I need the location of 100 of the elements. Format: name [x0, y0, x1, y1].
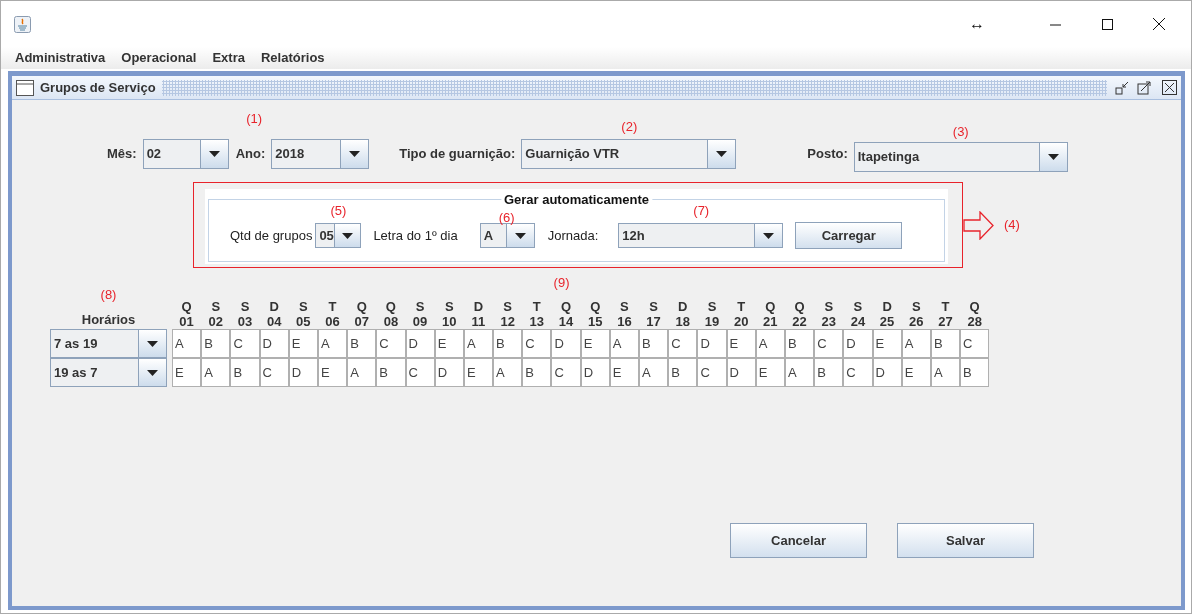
schedule-cell[interactable]: D [405, 329, 435, 358]
dropdown-arrow-button[interactable] [1038, 143, 1067, 171]
schedule-cell[interactable]: A [784, 358, 815, 387]
schedule-cell[interactable]: C [697, 358, 727, 387]
schedule-cell[interactable]: B [784, 329, 815, 358]
annotation-label: (8) [100, 286, 117, 304]
dropdown-arrow-button[interactable] [707, 140, 736, 168]
dropdown-arrow-button[interactable] [505, 224, 534, 247]
dropdown-arrow-button[interactable] [199, 140, 228, 168]
schedule-cell[interactable]: E [317, 358, 348, 387]
dropdown-arrow-button[interactable] [754, 224, 783, 247]
day-number: 19 [703, 314, 721, 329]
dropdown-arrow-button[interactable] [340, 140, 369, 168]
day-number: 10 [441, 314, 458, 329]
schedule-cell[interactable]: B [814, 358, 844, 387]
schedule-cell[interactable]: D [551, 329, 581, 358]
maximize-icon[interactable] [1137, 80, 1152, 95]
shift-dropdown[interactable]: 19 as 7 [50, 358, 167, 387]
cancel-button[interactable]: Cancelar [730, 523, 867, 558]
schedule-cell[interactable]: E [288, 329, 318, 358]
schedule-cell[interactable]: D [259, 329, 289, 358]
weekday-label: S [852, 299, 864, 314]
frame-title: Grupos de Serviço [40, 78, 156, 97]
schedule-cell[interactable]: A [755, 329, 785, 358]
restore-icon[interactable] [1115, 80, 1129, 95]
annotation-label: (5) [330, 202, 347, 220]
schedule-cell[interactable]: B [930, 329, 961, 358]
field-label: Tipo de guarnição: [399, 145, 516, 164]
day-number: 14 [557, 314, 575, 329]
schedule-cell[interactable]: C [376, 329, 406, 358]
schedule-cell[interactable]: D [434, 358, 464, 387]
schedule-cell[interactable]: C [960, 329, 990, 358]
schedule-cell[interactable]: B [230, 358, 260, 387]
schedule-cell[interactable]: E [434, 329, 464, 358]
schedule-cell[interactable]: B [639, 329, 669, 358]
schedule-cell[interactable]: A [609, 329, 639, 358]
schedule-cell[interactable]: B [522, 358, 552, 387]
menu-item[interactable]: Administrativa [7, 48, 114, 68]
schedule-cell[interactable]: B [668, 358, 698, 387]
shift-dropdown[interactable]: 7 as 19 [50, 329, 167, 358]
schedule-cell[interactable]: E [609, 358, 639, 387]
schedule-cell[interactable]: A [493, 358, 523, 387]
schedule-cell[interactable]: A [347, 358, 377, 387]
schedule-cell[interactable]: A [317, 329, 348, 358]
dropdown[interactable]: Itapetinga [853, 142, 1068, 172]
dropdown[interactable]: 12h [618, 223, 784, 248]
schedule-cell[interactable]: E [901, 358, 931, 387]
schedule-cell[interactable]: A [172, 329, 202, 358]
schedule-cell[interactable]: B [960, 358, 990, 387]
schedule-cell[interactable]: B [201, 329, 231, 358]
field-label: Mês: [107, 145, 137, 164]
schedule-cell[interactable]: D [697, 329, 727, 358]
schedule-cell[interactable]: E [172, 358, 202, 387]
dropdown-arrow-button[interactable] [138, 359, 166, 386]
dropdown[interactable]: 02 [142, 139, 229, 169]
schedule-cell[interactable]: A [639, 358, 669, 387]
dropdown-arrow-button[interactable] [138, 330, 166, 357]
day-number: 16 [616, 314, 633, 329]
schedule-cell[interactable]: B [376, 358, 406, 387]
schedule-cell[interactable]: E [755, 358, 785, 387]
schedule-cell[interactable]: D [726, 358, 756, 387]
dropdown-arrow-button[interactable] [333, 224, 361, 247]
schedule-cell[interactable]: A [901, 329, 931, 358]
schedule-cell[interactable]: D [288, 358, 318, 387]
weekday-label: D [472, 299, 485, 314]
weekday-label: S [298, 299, 309, 314]
dropdown[interactable]: Guarnição VTR [521, 139, 737, 169]
dropdown[interactable]: 2018 [271, 139, 370, 169]
load-button[interactable]: Carregar [795, 222, 903, 249]
schedule-cell[interactable]: C [814, 329, 844, 358]
close-icon[interactable] [1162, 80, 1177, 95]
weekday-label: D [881, 299, 893, 314]
schedule-cell[interactable]: C [230, 329, 260, 358]
schedule-cell[interactable]: E [872, 329, 902, 358]
schedule-cell[interactable]: A [201, 358, 231, 387]
schedule-cell[interactable]: D [580, 358, 610, 387]
schedule-cell[interactable]: C [551, 358, 581, 387]
field-label: Ano: [235, 145, 266, 164]
schedule-cell[interactable]: E [463, 358, 494, 387]
weekday-label: S [443, 299, 455, 314]
schedule-cell[interactable]: B [347, 329, 377, 358]
schedule-cell[interactable]: B [493, 329, 523, 358]
schedule-cell[interactable]: C [843, 358, 873, 387]
schedule-cell[interactable]: E [580, 329, 610, 358]
schedule-cell[interactable]: A [463, 329, 494, 358]
schedule-cell[interactable]: C [405, 358, 435, 387]
dropdown[interactable]: 05 [315, 223, 362, 248]
save-button[interactable]: Salvar [897, 523, 1034, 558]
schedule-cell[interactable]: A [930, 358, 961, 387]
day-number: 20 [732, 314, 750, 329]
day-number: 13 [528, 314, 546, 329]
menu-item[interactable]: Extra [204, 48, 253, 68]
schedule-cell[interactable]: D [843, 329, 873, 358]
schedule-cell[interactable]: E [726, 329, 756, 358]
schedule-cell[interactable]: C [522, 329, 552, 358]
schedule-cell[interactable]: D [872, 358, 902, 387]
menu-item[interactable]: Operacional [113, 48, 205, 68]
menu-item[interactable]: Relatórios [253, 48, 333, 68]
schedule-cell[interactable]: C [259, 358, 289, 387]
schedule-cell[interactable]: C [668, 329, 698, 358]
